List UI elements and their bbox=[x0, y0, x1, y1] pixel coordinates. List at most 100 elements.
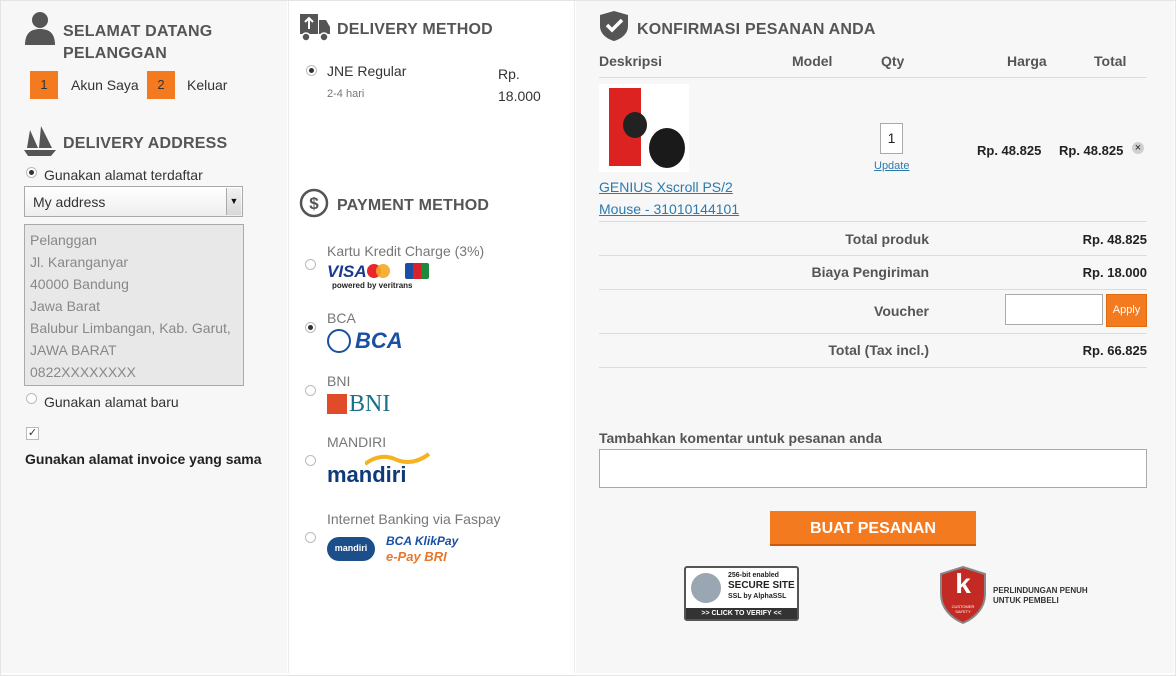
ssl-badge-line1: 256-bit enabled bbox=[728, 572, 779, 579]
address-line: Jl. Karanganyar bbox=[30, 254, 129, 270]
payment-credit-card-radio[interactable] bbox=[305, 259, 316, 270]
delivery-address-title: DELIVERY ADDRESS bbox=[63, 135, 228, 152]
product-name-link[interactable]: GENIUS Xscroll PS/2 Mouse - 31010144101 bbox=[599, 176, 739, 220]
mouse-image-large bbox=[649, 128, 685, 168]
item-total: Rp. 48.825 bbox=[1059, 143, 1124, 158]
welcome-title-line1: SELAMAT DATANG bbox=[63, 23, 213, 40]
mandiri-logo-text: mandiri bbox=[327, 462, 407, 487]
column-price: Harga bbox=[1007, 53, 1047, 69]
place-order-button[interactable]: BUAT PESANAN bbox=[770, 511, 976, 546]
carrier-price-currency: Rp. bbox=[498, 66, 520, 82]
use-new-address-radio[interactable] bbox=[26, 393, 37, 404]
chevron-down-icon: ▼ bbox=[226, 188, 241, 215]
ship-icon bbox=[24, 126, 56, 156]
bni-logo: BNI bbox=[327, 391, 402, 417]
bca-klikpay-text: BCA KlikPay bbox=[386, 534, 459, 548]
account-number-badge: 1 bbox=[30, 71, 58, 99]
divider bbox=[599, 289, 1147, 290]
alphassl-emblem-icon bbox=[691, 573, 721, 603]
item-price: Rp. 48.825 bbox=[977, 143, 1042, 158]
payment-bni-radio[interactable] bbox=[305, 385, 316, 396]
address-line: Balubur Limbangan, Kab. Garut, bbox=[30, 320, 231, 336]
logout-number-badge: 2 bbox=[147, 71, 175, 99]
divider bbox=[599, 333, 1147, 334]
divider bbox=[599, 367, 1147, 368]
address-line: 40000 Bandung bbox=[30, 276, 129, 292]
payment-method-title: PAYMENT METHOD bbox=[337, 197, 490, 214]
divider bbox=[599, 77, 1147, 78]
product-name-line1: GENIUS Xscroll PS/2 bbox=[599, 179, 733, 195]
use-registered-address-radio[interactable] bbox=[26, 167, 37, 178]
address-line: Jawa Barat bbox=[30, 298, 101, 314]
column-description: Deskripsi bbox=[599, 53, 663, 69]
products-total-label: Total produk bbox=[845, 231, 929, 247]
bca-emblem-icon bbox=[327, 329, 351, 353]
ssl-verify-bar: >> CLICK TO VERIFY << bbox=[686, 608, 797, 619]
shield-check-icon bbox=[600, 11, 628, 41]
payment-mandiri-label: MANDIRI bbox=[327, 434, 387, 450]
voucher-input[interactable] bbox=[1005, 294, 1103, 325]
address-select[interactable]: My address ▼ bbox=[24, 186, 243, 217]
protection-line1: PERLINDUNGAN PENUH bbox=[993, 586, 1088, 595]
address-line: JAWA BARAT bbox=[30, 342, 117, 358]
bni-logo-text: BNI bbox=[349, 391, 391, 417]
quantity-input[interactable]: 1 bbox=[880, 123, 903, 154]
klikpay-epay-logo: BCA KlikPay e-Pay BRI bbox=[386, 534, 466, 566]
delivery-method-title: DELIVERY METHOD bbox=[337, 21, 493, 38]
payment-bca-radio[interactable] bbox=[305, 322, 316, 333]
bca-logo-text: BCA bbox=[355, 328, 403, 353]
shipping-cost-value: Rp. 18.000 bbox=[1082, 265, 1147, 280]
comment-textarea[interactable] bbox=[599, 449, 1147, 488]
update-quantity-link[interactable]: Update bbox=[874, 160, 909, 172]
shipping-cost-label: Biaya Pengiriman bbox=[811, 264, 930, 280]
jcb-logo bbox=[405, 263, 429, 279]
ssl-badge-line3: SSL by AlphaSSL bbox=[728, 593, 787, 600]
shield-caption: CUSTOMER SAFETY bbox=[951, 604, 975, 614]
address-preview: Pelanggan Jl. Karanganyar 40000 Bandung … bbox=[24, 224, 244, 386]
carrier-name: JNE Regular bbox=[327, 63, 407, 79]
carrier-eta: 2-4 hari bbox=[327, 88, 365, 100]
products-total-value: Rp. 48.825 bbox=[1082, 232, 1147, 247]
shield-letter: k bbox=[955, 568, 971, 599]
carrier-price-amount: 18.000 bbox=[498, 88, 541, 104]
product-image[interactable] bbox=[599, 84, 689, 172]
same-invoice-label: Gunakan alamat invoice yang sama bbox=[25, 451, 262, 467]
address-line: 0822XXXXXXXX bbox=[30, 364, 136, 380]
comment-label: Tambahkan komentar untuk pesanan anda bbox=[599, 430, 882, 446]
epay-bri-text: e-Pay BRI bbox=[386, 549, 447, 564]
payment-mandiri-radio[interactable] bbox=[305, 455, 316, 466]
bca-logo: BCA bbox=[327, 328, 407, 354]
logout-link[interactable]: Keluar bbox=[187, 77, 227, 93]
jne-regular-radio[interactable] bbox=[306, 65, 317, 76]
order-confirmation-title: KONFIRMASI PESANAN ANDA bbox=[637, 21, 876, 38]
address-select-value: My address bbox=[33, 194, 106, 210]
payment-faspay-radio[interactable] bbox=[305, 532, 316, 543]
divider bbox=[599, 255, 1147, 256]
product-name-line2: Mouse - 31010144101 bbox=[599, 201, 740, 217]
mandiri-clickpay-logo: mandiri bbox=[327, 537, 375, 561]
column-total: Total bbox=[1094, 53, 1127, 69]
payment-faspay-label: Internet Banking via Faspay bbox=[327, 511, 501, 527]
dollar-icon: $ bbox=[299, 188, 329, 218]
divider bbox=[599, 221, 1147, 222]
truck-icon bbox=[300, 14, 330, 42]
payment-bni-label: BNI bbox=[327, 373, 351, 389]
user-icon bbox=[25, 12, 55, 45]
ssl-badge-line2: SECURE SITE bbox=[728, 580, 795, 591]
welcome-title-line2: PELANGGAN bbox=[63, 45, 168, 62]
voucher-label: Voucher bbox=[874, 303, 929, 319]
veritrans-caption: powered by veritrans bbox=[332, 281, 413, 290]
payment-credit-card-label: Kartu Kredit Charge (3%) bbox=[327, 243, 485, 259]
grand-total-label: Total (Tax incl.) bbox=[828, 342, 929, 358]
column-model: Model bbox=[792, 53, 833, 69]
visa-mastercard-jcb-logo: VISA powered by veritrans bbox=[327, 262, 431, 292]
bni-emblem-icon bbox=[327, 394, 347, 414]
column-qty: Qty bbox=[881, 53, 905, 69]
apply-voucher-button[interactable]: Apply bbox=[1106, 294, 1147, 327]
mouse-image-small bbox=[623, 112, 647, 138]
payment-bca-label: BCA bbox=[327, 310, 356, 326]
secure-site-badge[interactable]: 256-bit enabled SECURE SITE SSL by Alpha… bbox=[684, 566, 799, 621]
same-invoice-checkbox[interactable]: ✓ bbox=[26, 427, 39, 440]
my-account-link[interactable]: Akun Saya bbox=[71, 77, 139, 93]
remove-item-icon[interactable]: × bbox=[1132, 142, 1144, 154]
